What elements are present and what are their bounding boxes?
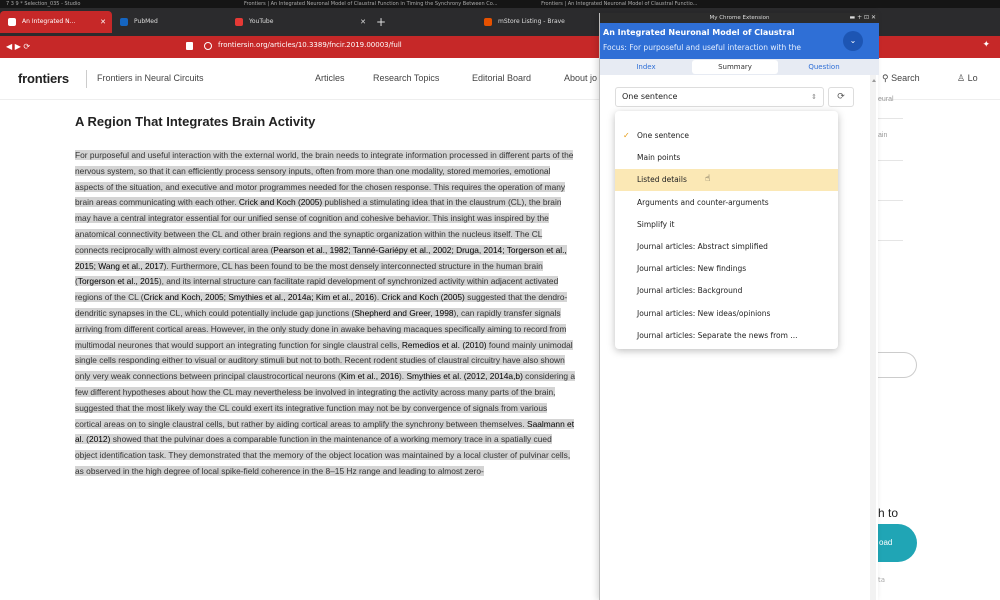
dropdown-option[interactable]: ✓ One sentence xyxy=(615,125,838,147)
dropdown-option-label: Journal articles: New findings xyxy=(637,264,747,274)
os-top-bar: 7 3 9 * Selection_035 - Studio Frontiers… xyxy=(0,0,1000,8)
article-section-title: A Region That Integrates Brain Activity xyxy=(75,114,316,129)
right-column-small-text: ta xyxy=(878,576,886,584)
screen: 7 3 9 * Selection_035 - Studio Frontiers… xyxy=(0,0,1000,600)
extension-window-title: My Chrome Extension xyxy=(709,15,770,21)
dropdown-option-label: Journal articles: Separate the news from… xyxy=(637,330,798,340)
tab-question[interactable]: Question xyxy=(781,60,867,74)
nav-about[interactable]: About jo xyxy=(564,73,597,83)
dropdown-option-label: Journal articles: New ideas/opinions xyxy=(637,308,771,318)
os-bar-left-text: 7 3 9 * Selection_035 - Studio xyxy=(6,1,81,7)
right-column-input[interactable] xyxy=(875,352,917,378)
extension-scrollbar[interactable] xyxy=(870,75,876,600)
extension-article-title: An Integrated Neuronal Model of Claustra… xyxy=(603,28,795,37)
dropdown-option-label: Listed details xyxy=(637,175,687,185)
chevron-down-icon[interactable]: ⌄ xyxy=(843,31,863,51)
dropdown-option[interactable]: Listed details ☝ xyxy=(615,169,838,192)
dropdown-option[interactable]: Main points xyxy=(615,147,838,169)
login-link[interactable]: ♙ Lo xyxy=(957,73,978,84)
url-field[interactable]: frontiersin.org/articles/10.3389/fncir.2… xyxy=(218,41,402,49)
dropdown-option[interactable]: Journal articles: Background xyxy=(615,280,838,302)
extension-header: An Integrated Neuronal Model of Claustra… xyxy=(600,23,879,59)
nav-editorial-board[interactable]: Editorial Board xyxy=(472,73,531,83)
summary-mode-value: One sentence xyxy=(622,92,678,101)
dropdown-option-label: Main points xyxy=(637,153,681,163)
chevron-updown-icon: ⇕ xyxy=(811,93,817,101)
tab-favicon xyxy=(8,18,16,26)
tab-label: YouTube xyxy=(249,18,274,25)
tab-label: mStore Listing - Brave xyxy=(498,18,565,25)
new-tab-button[interactable]: + xyxy=(376,16,386,28)
os-bar-middle-text: Frontiers | An Integrated Neuronal Model… xyxy=(244,1,498,7)
tab-summary[interactable]: Summary xyxy=(692,60,778,74)
hand-cursor-icon: ☝ xyxy=(705,174,711,185)
dropdown-option-label: Journal articles: Abstract simplified xyxy=(637,242,768,251)
refresh-icon: ⟳ xyxy=(837,92,845,102)
journal-name-link[interactable]: Frontiers in Neural Circuits xyxy=(97,73,204,83)
close-icon[interactable]: ✕ xyxy=(360,11,366,33)
download-button[interactable]: oad xyxy=(875,524,917,562)
checkmark-icon: ✓ xyxy=(623,131,630,140)
scroll-up-icon[interactable] xyxy=(872,79,876,82)
article-body-text: For purposeful and useful interaction wi… xyxy=(75,150,576,476)
dropdown-option[interactable]: Simplify it xyxy=(615,214,838,236)
tab-youtube[interactable]: YouTube ✕ xyxy=(227,11,372,33)
dropdown-option-label: Journal articles: Background xyxy=(637,286,743,296)
right-column-heading: h to xyxy=(878,506,899,520)
summary-mode-select[interactable]: One sentence ⇕ xyxy=(615,87,824,107)
header-divider xyxy=(86,70,87,88)
dropdown-option[interactable]: Journal articles: New ideas/opinions xyxy=(615,303,838,325)
frontiers-logo[interactable]: frontiers xyxy=(18,71,69,86)
summary-mode-dropdown: ✓ One sentence Main points Listed details ☝ A… xyxy=(615,111,838,349)
tab-mstore[interactable]: mStore Listing - Brave xyxy=(476,11,596,33)
extension-titlebar: My Chrome Extension ▬ + ⊡ ✕ xyxy=(600,13,879,23)
search-label: Search xyxy=(891,73,920,83)
extension-tabs: Index Summary Question xyxy=(600,59,879,75)
youtube-favicon-icon xyxy=(235,18,243,26)
os-bar-right-text: Frontiers | An Integrated Neuronal Model… xyxy=(541,1,698,7)
search-icon: ⚲ xyxy=(882,73,889,83)
login-label: Lo xyxy=(967,73,978,83)
refresh-button[interactable]: ⟳ xyxy=(828,87,854,107)
dropdown-option[interactable]: Journal articles: New findings xyxy=(615,258,838,280)
dropdown-option-label: Arguments and counter-arguments xyxy=(637,197,769,207)
tab-label: An Integrated N... xyxy=(22,18,76,25)
tab-pubmed[interactable]: PubMed xyxy=(112,11,227,33)
lock-icon[interactable] xyxy=(204,42,212,50)
right-column-fragment: eural xyxy=(878,96,894,103)
pubmed-favicon-icon xyxy=(120,18,128,26)
brave-favicon-icon xyxy=(484,18,492,26)
tab-index[interactable]: Index xyxy=(603,60,689,74)
extension-window: My Chrome Extension ▬ + ⊡ ✕ An Integrate… xyxy=(599,13,879,600)
dropdown-option[interactable]: Journal articles: Separate the news from… xyxy=(615,325,838,347)
dropdown-option-label: One sentence xyxy=(637,131,689,140)
extension-focus-text: Focus: For purposeful and useful interac… xyxy=(603,43,801,52)
dropdown-option[interactable]: Journal articles: Abstract simplified xyxy=(615,236,838,258)
bookmark-icon[interactable] xyxy=(186,42,193,50)
right-column-fragment: ain xyxy=(878,132,888,139)
close-icon[interactable]: ✕ xyxy=(100,11,106,33)
nav-research-topics[interactable]: Research Topics xyxy=(373,73,439,83)
browser-navigation-icons[interactable]: ◀ ▶ ⟳ xyxy=(6,42,30,51)
window-controls-icon[interactable]: ▬ + ⊡ ✕ xyxy=(850,13,876,23)
user-icon: ♙ xyxy=(957,73,966,83)
nav-articles[interactable]: Articles xyxy=(315,73,345,83)
menu-icon[interactable]: ✦ xyxy=(982,40,990,50)
dropdown-option-label: Simplify it xyxy=(637,219,675,229)
search-link[interactable]: ⚲ Search xyxy=(882,73,920,84)
tab-label: PubMed xyxy=(134,18,158,25)
dropdown-option[interactable]: Arguments and counter-arguments xyxy=(615,192,838,214)
tab-frontiers-article[interactable]: An Integrated N... ✕ xyxy=(0,11,112,33)
